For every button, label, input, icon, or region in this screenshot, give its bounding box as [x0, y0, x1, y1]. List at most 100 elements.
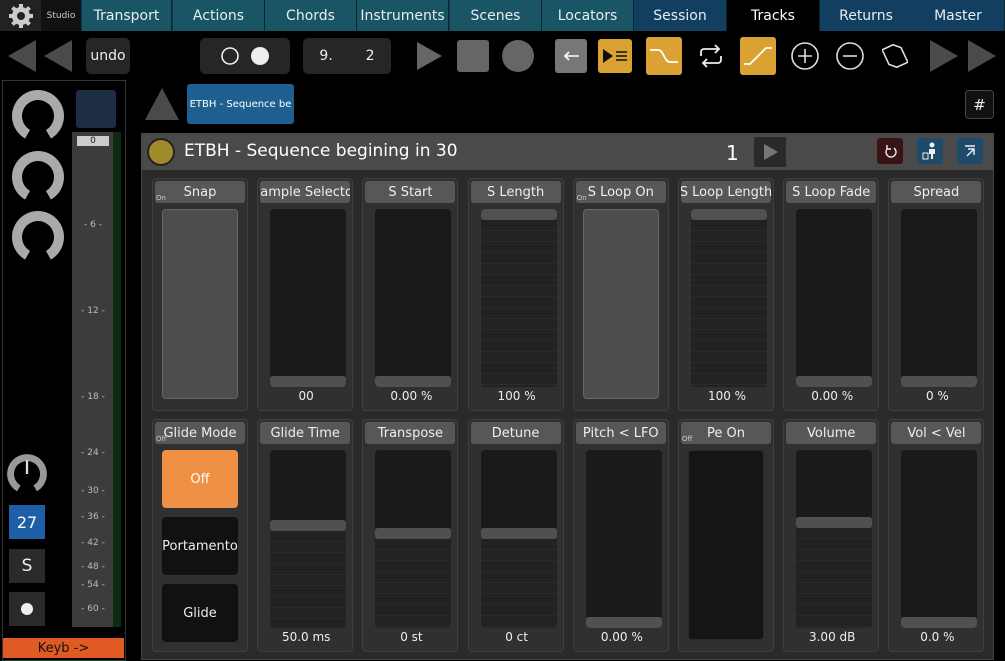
- slider-handle[interactable]: [270, 376, 347, 387]
- param-slider[interactable]: [480, 209, 557, 387]
- param-glide-time: Glide Time 50.0 ms: [257, 419, 354, 652]
- track-number-badge[interactable]: 27: [9, 505, 45, 539]
- slider-fill: [375, 528, 452, 628]
- param-slider[interactable]: [796, 209, 873, 387]
- stop-button[interactable]: [456, 38, 490, 74]
- triangle-right-icon: [968, 40, 996, 72]
- meter-tick-label: - 18 -: [81, 392, 105, 402]
- meter-tick-label: - 36 -: [81, 512, 105, 522]
- device-map-button[interactable]: [917, 138, 943, 164]
- slider-fill: [691, 209, 767, 387]
- settings-gear-button[interactable]: [0, 0, 41, 31]
- slider-handle[interactable]: [375, 376, 452, 387]
- nav-tab-returns[interactable]: Returns: [820, 0, 913, 31]
- arm-button[interactable]: [9, 592, 45, 626]
- meter-tick-label: 0: [77, 136, 109, 146]
- slider-handle[interactable]: [375, 528, 452, 539]
- studio-tab[interactable]: Studio: [41, 0, 81, 31]
- slider-fill: [270, 520, 347, 628]
- nav-tab-tracks[interactable]: Tracks: [727, 0, 820, 31]
- param-toggle[interactable]: [688, 450, 764, 640]
- param-value: 0.00 %: [811, 389, 854, 403]
- device-title: ETBH - Sequence begining in 30: [184, 141, 458, 161]
- track-knob-2[interactable]: [8, 147, 68, 207]
- nav-tab-actions[interactable]: Actions: [173, 0, 265, 31]
- nav-tab-instruments[interactable]: Instruments: [357, 0, 449, 31]
- play-button[interactable]: [413, 38, 445, 74]
- slider-handle[interactable]: [796, 376, 873, 387]
- slider-handle[interactable]: [901, 617, 978, 628]
- solo-button[interactable]: S: [9, 549, 45, 583]
- slider-handle[interactable]: [270, 520, 347, 531]
- param-vol-vel: Vol < Vel 0.0 %: [888, 419, 985, 652]
- device-reset-button[interactable]: [877, 138, 903, 164]
- slider-handle[interactable]: [585, 617, 662, 628]
- param-slider[interactable]: [691, 209, 767, 387]
- track-knob-1[interactable]: [8, 86, 68, 146]
- slider-handle[interactable]: [480, 528, 557, 539]
- meter-tick-label: - 42 -: [81, 538, 105, 548]
- prev-arrow-button-2[interactable]: [42, 38, 74, 74]
- automation-curve-button[interactable]: [646, 37, 682, 75]
- param-value: 100 %: [497, 389, 536, 403]
- param-slider[interactable]: [901, 450, 978, 628]
- param-slider[interactable]: [480, 450, 557, 628]
- param-slider[interactable]: [585, 450, 662, 628]
- prev-arrow-button[interactable]: [6, 38, 38, 74]
- remove-button[interactable]: [834, 38, 866, 74]
- nav-tab-locators[interactable]: Locators: [542, 0, 634, 31]
- add-button[interactable]: [789, 38, 821, 74]
- param-title: Pe On: [681, 422, 771, 444]
- param-slider[interactable]: [375, 450, 452, 628]
- bank-next-button[interactable]: [754, 137, 786, 167]
- device-expand-button[interactable]: [957, 138, 983, 164]
- nav-tab-transport[interactable]: Transport: [82, 0, 172, 31]
- param-toggle[interactable]: [162, 209, 238, 399]
- nav-tab-scenes[interactable]: Scenes: [450, 0, 542, 31]
- back-to-arrangement-button[interactable]: [555, 39, 587, 73]
- glide-mode-option-glide[interactable]: Glide: [162, 584, 238, 642]
- slider-handle[interactable]: [901, 376, 978, 387]
- nav-tab-chords[interactable]: Chords: [265, 0, 357, 31]
- param-slider[interactable]: [375, 209, 452, 387]
- keyboard-button[interactable]: Keyb ->: [3, 638, 124, 658]
- send-knob[interactable]: [4, 451, 50, 497]
- slider-handle[interactable]: [796, 517, 873, 528]
- param-value: 0 %: [925, 389, 949, 403]
- next-arrow-button-2[interactable]: [966, 38, 998, 74]
- slider-handle[interactable]: [480, 209, 557, 220]
- param-value: 0.00 %: [600, 630, 643, 644]
- param-slider[interactable]: [901, 209, 978, 387]
- loop-toggle-group[interactable]: [200, 38, 290, 74]
- param-s-loop-fade: S Loop Fade 0.00 %: [783, 178, 880, 411]
- automation-up-button[interactable]: [740, 37, 776, 75]
- param-slider[interactable]: [796, 450, 873, 628]
- nav-tab-master[interactable]: Master: [912, 0, 1005, 31]
- collapse-button[interactable]: [143, 86, 181, 126]
- track-color-swatch[interactable]: [76, 90, 116, 128]
- device-on-button[interactable]: [147, 138, 175, 166]
- meter-tick-label: - 60 -: [81, 604, 105, 614]
- slider-handle[interactable]: [691, 209, 767, 220]
- undo-button[interactable]: undo: [86, 38, 130, 74]
- nav-tab-session[interactable]: Session: [634, 0, 727, 31]
- param-slider[interactable]: [270, 450, 347, 628]
- param-state-label: Off: [156, 435, 167, 443]
- grid-hash-button[interactable]: #: [965, 90, 994, 119]
- record-button[interactable]: [500, 38, 536, 74]
- volume-meter[interactable]: 0 - 6 - - 12 - - 18 - - 24 - - 30 - - 36 - - 42…: [72, 132, 114, 627]
- glide-mode-option-off[interactable]: Off: [162, 450, 238, 508]
- next-arrow-button[interactable]: [928, 38, 960, 74]
- track-knob-3[interactable]: [8, 207, 68, 267]
- loop-button[interactable]: [694, 38, 728, 74]
- clip-breadcrumb[interactable]: ETBH - Sequence be: [187, 84, 294, 124]
- param-toggle[interactable]: [582, 209, 659, 399]
- session-record-button[interactable]: [598, 39, 632, 73]
- knob-icon: [7, 454, 47, 496]
- param-title: Snap: [155, 181, 245, 203]
- position-bar: 9.: [319, 48, 333, 64]
- glide-mode-option-portamento[interactable]: Portamento: [162, 517, 238, 575]
- param-slider[interactable]: [270, 209, 347, 387]
- gear-icon: [8, 3, 33, 28]
- clip-button[interactable]: [879, 38, 911, 74]
